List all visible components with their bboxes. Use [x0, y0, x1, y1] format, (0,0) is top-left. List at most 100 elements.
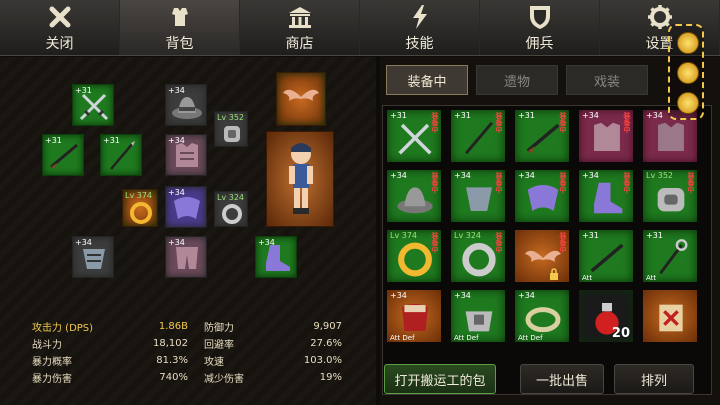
stat-label: 战斗力: [32, 340, 62, 351]
equip-slot-cape[interactable]: +34: [165, 186, 207, 228]
tab-skills[interactable]: 技能: [360, 0, 480, 55]
inventory-cell[interactable]: +31 装备中: [513, 108, 571, 164]
inventory-cell[interactable]: +34 装备中: [577, 168, 635, 224]
stat-row: 暴力概率 81.3% 攻速 103.0%: [32, 352, 342, 369]
inventory-cell[interactable]: +34 装备中: [513, 168, 571, 224]
equip-slot-spear[interactable]: +31: [100, 134, 142, 176]
tab-label: 背包: [165, 35, 194, 52]
stat-label: 攻击力 (DPS): [32, 323, 94, 334]
equip-slot-bracer[interactable]: Lv 352: [214, 111, 248, 147]
equip-slot-hat[interactable]: +34: [165, 84, 207, 126]
equip-slot-boots[interactable]: +34: [255, 236, 297, 278]
spear-icon: [110, 141, 135, 170]
equip-slot-greaves[interactable]: +34: [165, 236, 207, 278]
shield-icon: [525, 3, 555, 31]
inventory-cell[interactable]: +34 Att Def: [385, 288, 443, 344]
stat-row: 战斗力 18,102 回避率 27.6%: [32, 335, 342, 352]
crossed-swords-icon: [398, 123, 432, 155]
slot-level: Lv 324: [217, 193, 245, 202]
inventory-cell[interactable]: Lv 324 装备中: [449, 228, 507, 284]
ring-icon: [525, 307, 561, 333]
tab-shop[interactable]: 商店: [240, 0, 360, 55]
inventory-grid: +31 装备中 +31 装备中 +31 装备中 +34 装备中 +34 +34 …: [382, 105, 712, 395]
tab-label: 佣兵: [525, 35, 554, 52]
greaves-icon: [176, 247, 198, 269]
hat-icon: [397, 187, 433, 214]
bulk-sell-button[interactable]: 一批出售: [520, 364, 604, 394]
att-def-label: Att Def: [454, 334, 479, 342]
inventory-cell[interactable]: 装备中: [513, 228, 571, 284]
inventory-cell[interactable]: +31 Att: [577, 228, 635, 284]
inventory-cell[interactable]: 20: [577, 288, 635, 344]
inventory-cell[interactable]: +34 装备中: [577, 108, 635, 164]
tab-relics[interactable]: 遗物: [476, 65, 558, 95]
tab-mercenary[interactable]: 佣兵: [480, 0, 600, 55]
stat-row: 攻击力 (DPS) 1.86B 防御力 9,907: [32, 318, 342, 335]
lightning-icon: [405, 3, 435, 31]
stat-label: 减少伤害: [204, 374, 244, 385]
armor-plate-icon: [658, 122, 684, 151]
character-avatar: [266, 131, 334, 227]
tab-equipped[interactable]: 装备中: [386, 65, 468, 95]
gold-ring-icon: [398, 242, 432, 277]
equip-slot-gold-ring[interactable]: Lv 374: [122, 189, 158, 227]
inventory-cell[interactable]: [641, 288, 699, 344]
stat-value: 18,102: [153, 338, 188, 349]
equip-slot-silver-ring[interactable]: Lv 324: [214, 191, 248, 227]
coin-column: [668, 24, 704, 120]
coin-icon[interactable]: [677, 92, 699, 114]
att-def-label: Att Def: [518, 334, 543, 342]
tab-costume[interactable]: 戏装: [566, 65, 648, 95]
musket-icon: [590, 243, 624, 273]
sort-button[interactable]: 排列: [614, 364, 694, 394]
inventory-cell[interactable]: +31 Att: [641, 228, 699, 284]
cape-icon: [174, 197, 200, 219]
stat-label: 暴力伤害: [32, 374, 72, 385]
stat-value: 81.3%: [156, 355, 188, 366]
boots-icon: [594, 182, 623, 214]
spear-icon: [464, 121, 494, 155]
stat-label: 暴力概率: [32, 357, 72, 368]
inventory-cell[interactable]: Lv 374 装备中: [385, 228, 443, 284]
equip-slot-musket[interactable]: +31: [42, 134, 84, 176]
stat-row: 暴力伤害 740% 减少伤害 19%: [32, 369, 342, 386]
armor-plate-icon: [176, 143, 198, 167]
hero-figure-icon: [289, 143, 313, 214]
inventory-cell[interactable]: +34 装备中: [385, 168, 443, 224]
stat-label: 防御力: [204, 323, 234, 334]
cape-icon: [527, 185, 559, 211]
bracer-icon: [465, 311, 493, 332]
close-x-icon: [45, 3, 75, 31]
stat-value: 9,907: [313, 321, 342, 332]
inventory-cell[interactable]: +34 Att Def: [513, 288, 571, 344]
inventory-cell[interactable]: +31 装备中: [449, 108, 507, 164]
gauntlet-icon: [83, 249, 105, 269]
equip-slot-weapon-swords[interactable]: +31: [72, 84, 114, 126]
coin-icon[interactable]: [677, 32, 699, 54]
bracer-icon: [657, 188, 685, 212]
equip-slot-gauntlet[interactable]: +34: [72, 236, 114, 278]
inventory-cell[interactable]: +31 装备中: [385, 108, 443, 164]
tab-bag[interactable]: 背包: [120, 0, 240, 55]
slot-level: Lv 352: [217, 113, 245, 122]
silver-ring-icon: [462, 243, 496, 277]
open-porter-bag-button[interactable]: 打开搬运工的包: [384, 364, 496, 394]
armor-icon: [165, 3, 195, 31]
bracer-icon: [224, 126, 240, 142]
equip-slot-armor[interactable]: +34: [165, 134, 207, 176]
inventory-cell[interactable]: Lv 352 装备中: [641, 168, 699, 224]
lock-icon: [550, 268, 558, 280]
stat-label: 回避率: [204, 340, 234, 351]
coin-icon[interactable]: [677, 62, 699, 84]
armor-plate-icon: [594, 122, 620, 151]
tab-close[interactable]: 关闭: [0, 0, 120, 55]
stat-value: 740%: [159, 372, 188, 383]
equip-slot-wings[interactable]: [276, 72, 326, 126]
slot-level: Lv 374: [125, 191, 153, 200]
stat-value: 19%: [319, 372, 342, 383]
stat-value: 1.86B: [158, 321, 188, 332]
inventory-cell[interactable]: +34 Att Def: [449, 288, 507, 344]
att-label: Att: [582, 274, 593, 282]
inventory-cell[interactable]: +34 装备中: [449, 168, 507, 224]
stat-label: 攻速: [204, 357, 224, 368]
